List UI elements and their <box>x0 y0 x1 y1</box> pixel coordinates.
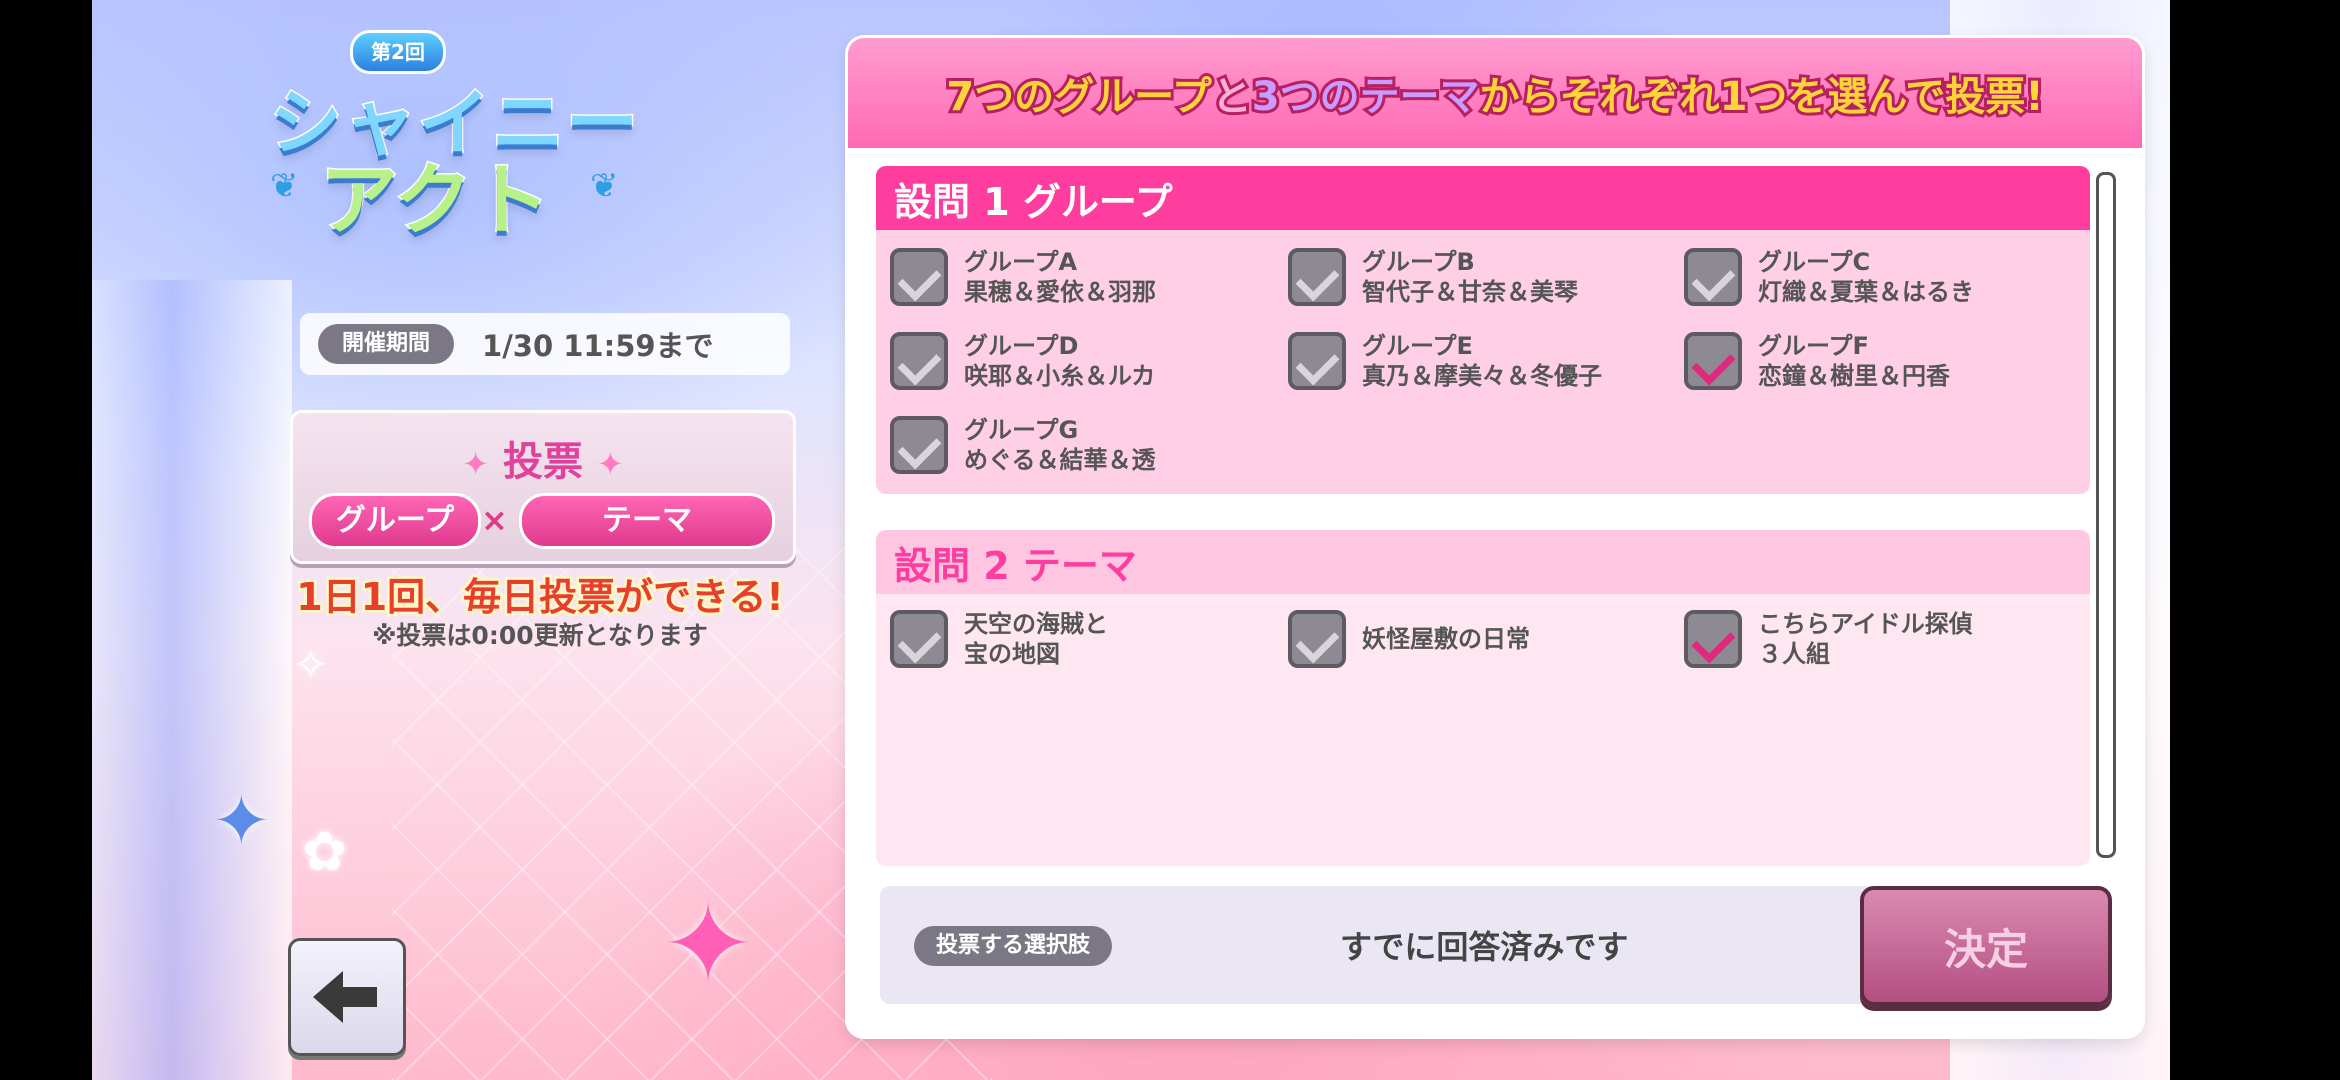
option-name: こちらアイドル探偵 <box>1758 610 1973 638</box>
sparkle-icon: ✦ <box>597 445 624 483</box>
vote-panel: 7つのグループと 3つのテーマ からそれぞれ1つを選んで投票! 設問 1 グループ … <box>848 38 2142 1036</box>
wing-icon: ❦ <box>590 166 619 206</box>
checkbox-icon[interactable] <box>890 610 948 668</box>
sparkle-icon: ✦ <box>462 445 489 483</box>
checkbox-checked-icon[interactable] <box>1684 610 1742 668</box>
decide-button[interactable]: 決定 <box>1860 886 2112 1006</box>
option-name: グループG <box>964 416 1079 444</box>
sparkle-icon: ✦ <box>212 780 271 862</box>
option-name: グループB <box>1362 248 1475 276</box>
checkbox-checked-icon[interactable] <box>1684 332 1742 390</box>
option-name: グループD <box>964 332 1079 360</box>
option-members: 咲耶＆小糸＆ルカ <box>964 362 1156 390</box>
checkbox-icon[interactable] <box>890 332 948 390</box>
group-option-g[interactable]: グループG めぐる＆結華＆透 <box>890 406 1270 484</box>
checkbox-icon[interactable] <box>1684 248 1742 306</box>
answer-footer: 投票する選択肢 すでに回答済みです <box>880 886 1894 1004</box>
question2-title: 設問 2 テーマ <box>876 530 2090 594</box>
group-pill: グループ <box>309 493 481 549</box>
option-name: 妖怪屋敷の日常 <box>1362 625 1530 653</box>
times-symbol: × <box>481 501 508 539</box>
option-name: 天空の海賊と <box>964 610 1108 638</box>
banner-part1: 7つのグループ <box>943 71 1214 123</box>
back-button[interactable] <box>288 938 406 1056</box>
group-option-d[interactable]: グループD 咲耶＆小糸＆ルカ <box>890 322 1270 400</box>
left-arrow-icon <box>313 971 377 1023</box>
sparkle-icon: ✦ <box>662 880 755 1008</box>
theme-option-1[interactable]: 天空の海賊と 宝の地図 <box>890 600 1270 678</box>
group-option-f[interactable]: グループF 恋鐘＆樹里＆円香 <box>1684 322 2064 400</box>
period-value: 1/30 11:59まで <box>482 329 714 363</box>
option-name-line2: 宝の地図 <box>964 640 1060 668</box>
vote-title-text: 投票 <box>503 439 583 485</box>
theme-option-2[interactable]: 妖怪屋敷の日常 <box>1288 600 1668 678</box>
option-name-line2: ３人組 <box>1758 640 1830 668</box>
period-label: 開催期間 <box>318 324 455 364</box>
question1-section: 設問 1 グループ グループA 果穂＆愛依＆羽那 グループB 智代子＆甘奈＆美琴 グ… <box>876 166 2090 494</box>
option-name: グループA <box>964 248 1078 276</box>
logo-title-line2: アクト <box>318 155 551 248</box>
update-note: ※投票は0:00更新となります <box>372 621 708 650</box>
curtain-left <box>92 280 292 1080</box>
checkbox-icon[interactable] <box>890 416 948 474</box>
vote-card: ✦ 投票 ✦ グループ × テーマ <box>290 410 796 564</box>
group-option-c[interactable]: グループC 灯織＆夏葉＆はるき <box>1684 238 2064 316</box>
question1-title: 設問 1 グループ <box>876 166 2090 230</box>
theme-pill: テーマ <box>519 493 775 549</box>
checkbox-icon[interactable] <box>890 248 948 306</box>
option-members: 真乃＆摩美々＆冬優子 <box>1362 362 1602 390</box>
group-option-b[interactable]: グループB 智代子＆甘奈＆美琴 <box>1288 238 1668 316</box>
checkbox-icon[interactable] <box>1288 332 1346 390</box>
option-name: グループC <box>1758 248 1871 276</box>
banner-part2: と <box>1209 71 1255 123</box>
event-period: 開催期間 1/30 11:59まで <box>300 313 790 375</box>
option-members: 果穂＆愛依＆羽那 <box>964 278 1156 306</box>
sparkle-icon: ✿ <box>302 820 348 883</box>
scrollbar[interactable] <box>2096 172 2116 858</box>
selection-label: 投票する選択肢 <box>914 926 1113 966</box>
checkbox-icon[interactable] <box>1288 610 1346 668</box>
option-members: めぐる＆結華＆透 <box>964 446 1156 474</box>
group-option-e[interactable]: グループE 真乃＆摩美々＆冬優子 <box>1288 322 1668 400</box>
option-name: グループF <box>1758 332 1869 360</box>
group-option-a[interactable]: グループA 果穂＆愛依＆羽那 <box>890 238 1270 316</box>
theme-option-3[interactable]: こちらアイドル探偵 ３人組 <box>1684 600 2064 678</box>
option-members: 智代子＆甘奈＆美琴 <box>1362 278 1578 306</box>
question2-section: 設問 2 テーマ 天空の海賊と 宝の地図 妖怪屋敷の日常 こちらアイドル探偵 ３人組 <box>876 530 2090 866</box>
answer-status: すでに回答済みです <box>1340 928 1629 966</box>
checkbox-icon[interactable] <box>1288 248 1346 306</box>
banner-part3: 3つのテーマ <box>1249 71 1483 123</box>
option-members: 灯織＆夏葉＆はるき <box>1758 278 1974 306</box>
banner-part4: からそれぞれ1つを選んで投票! <box>1477 71 2047 123</box>
event-logo: 第2回 シャイニー ❦ アクト ❦ <box>268 30 670 248</box>
option-members: 恋鐘＆樹里＆円香 <box>1758 362 1950 390</box>
daily-vote-text: 1日1回、毎日投票ができる! <box>294 573 786 622</box>
vote-title: ✦ 投票 ✦ <box>293 429 793 487</box>
wing-icon: ❦ <box>270 166 299 206</box>
instruction-banner: 7つのグループと 3つのテーマ からそれぞれ1つを選んで投票! <box>848 38 2142 148</box>
option-name: グループE <box>1362 332 1473 360</box>
